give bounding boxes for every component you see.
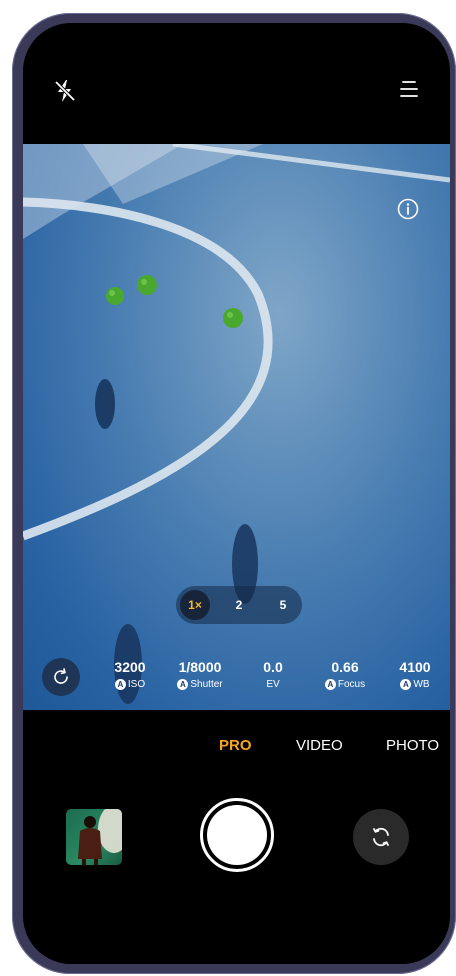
wb-setting[interactable]: 4100 A WB xyxy=(380,659,450,691)
shutter-value: 1/8000 xyxy=(178,659,222,675)
menu-icon[interactable] xyxy=(399,79,419,99)
ev-setting[interactable]: 0.0 EV xyxy=(238,659,308,691)
auto-badge: A xyxy=(400,679,412,690)
scene-image xyxy=(23,144,450,704)
auto-badge: A xyxy=(114,679,126,690)
gallery-preview-image xyxy=(78,809,122,865)
iso-value: 3200 xyxy=(114,659,146,675)
focus-setting[interactable]: 0.66 A Focus xyxy=(310,659,380,691)
wb-label: WB xyxy=(413,679,430,690)
gallery-thumbnail[interactable] xyxy=(66,809,122,865)
info-icon[interactable] xyxy=(397,198,419,220)
zoom-option-2x[interactable]: 2 xyxy=(224,590,254,620)
camera-switch-icon xyxy=(373,827,389,847)
camera-screen: 1× 2 5 3200 A ISO 1/8000 A Shutter 0.0 EV … xyxy=(23,23,450,964)
switch-camera-button[interactable] xyxy=(353,809,409,865)
ev-value: 0.0 xyxy=(263,659,283,675)
zoom-option-5x[interactable]: 5 xyxy=(268,590,298,620)
auto-badge: A xyxy=(177,679,189,690)
shutter-button[interactable] xyxy=(200,798,274,872)
reset-settings-button[interactable] xyxy=(42,658,80,696)
mode-photo[interactable]: PHOTO xyxy=(386,737,439,754)
flash-off-icon[interactable] xyxy=(53,78,77,104)
wb-value: 4100 xyxy=(399,659,431,675)
mode-pro[interactable]: PRO xyxy=(219,737,252,754)
shutter-label: Shutter xyxy=(190,679,223,690)
ev-label: EV xyxy=(266,679,280,690)
auto-badge: A xyxy=(324,679,336,690)
shutter-inner xyxy=(207,805,267,865)
reset-icon xyxy=(54,668,68,684)
iso-label: ISO xyxy=(127,679,146,690)
mode-video[interactable]: VIDEO xyxy=(296,737,343,754)
iso-setting[interactable]: 3200 A ISO xyxy=(95,659,165,691)
shutter-setting[interactable]: 1/8000 A Shutter xyxy=(165,659,235,691)
viewfinder[interactable] xyxy=(23,144,450,710)
focus-value: 0.66 xyxy=(331,659,359,675)
zoom-option-1x[interactable]: 1× xyxy=(180,590,210,620)
zoom-selector: 1× 2 5 xyxy=(176,586,302,624)
focus-label: Focus xyxy=(337,679,366,690)
